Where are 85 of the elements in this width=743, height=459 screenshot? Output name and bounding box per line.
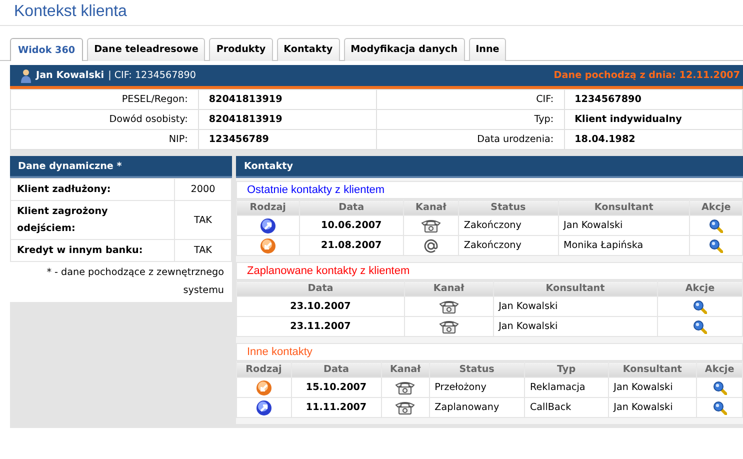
tab[interactable]: Widok 360 (10, 38, 84, 61)
search-icon[interactable] (692, 300, 707, 314)
field-label: CIF: (376, 90, 564, 110)
table-cell: Reklamacja (524, 378, 608, 398)
date-cell: 23.11.2007 (236, 316, 405, 336)
column-header: Rodzaj (236, 200, 300, 216)
field-label: Data urodzenia: (376, 130, 564, 150)
field-value: 1234567890 (564, 90, 742, 110)
column-header: Typ (524, 362, 608, 378)
client-name: Jan Kowalski (36, 70, 104, 81)
field-value: Klient indywidualny (564, 110, 742, 130)
field-value: 82041813919 (198, 110, 377, 130)
field-label: Typ: (376, 110, 564, 130)
column-header: Akcje (657, 280, 742, 296)
column-header: Akcje (696, 362, 742, 378)
field-label: PESEL/Regon: (10, 90, 198, 110)
phone-icon (420, 218, 441, 232)
arrow-up-right-icon (256, 400, 272, 416)
field-value: 123456789 (198, 130, 377, 150)
data-date: Dane pochodzą z dnia: 12.11.2007 (554, 70, 740, 81)
column-header: Status (458, 200, 558, 216)
column-header: Konsultant (558, 200, 690, 216)
field-label: Kredyt w innym banku: (10, 240, 174, 262)
tab[interactable]: Kontakty (276, 38, 340, 61)
field-value: 18.04.1982 (564, 130, 742, 150)
date-cell: 23.10.2007 (236, 296, 405, 316)
date-cell: 15.10.2007 (291, 378, 382, 398)
person-icon (20, 68, 32, 82)
table-cell: Jan Kowalski (608, 398, 697, 418)
tab[interactable]: Produkty (209, 38, 273, 61)
arrow-up-right-icon (260, 218, 276, 234)
column-header: Akcje (690, 200, 742, 216)
panel-header: Kontakty (236, 156, 743, 178)
phone-icon (438, 300, 459, 314)
table-cell: Jan Kowalski (608, 378, 697, 398)
field-label: Dowód osobisty: (10, 110, 198, 130)
table-cell: CallBack (524, 398, 608, 418)
at-sign-icon (424, 238, 438, 252)
search-icon[interactable] (709, 238, 724, 252)
field-label: Klient zadłużony: (10, 178, 174, 200)
section-title: Zaplanowane kontakty z klientem (236, 262, 743, 280)
field-value: 82041813919 (198, 90, 377, 110)
table-cell: Zakończony (458, 216, 558, 236)
section-title: Inne kontakty (236, 343, 743, 361)
panel-header: Dane dynamiczne * (10, 156, 232, 178)
column-header: Kanał (404, 280, 494, 296)
column-header: Rodzaj (236, 362, 292, 378)
client-cif: | CIF: 1234567890 (108, 70, 196, 81)
column-header: Data (299, 200, 404, 216)
column-header: Konsultant (493, 280, 658, 296)
table-cell: Przełożony (429, 378, 524, 398)
field-value: TAK (174, 240, 232, 262)
column-header: Kanał (403, 200, 458, 216)
column-header: Data (291, 362, 382, 378)
field-value: TAK (174, 200, 232, 240)
search-icon[interactable] (712, 400, 727, 414)
page-title: Kontekst klienta (0, 0, 743, 26)
column-header: Status (429, 362, 524, 378)
column-header: Kanał (382, 362, 430, 378)
field-label: NIP: (10, 130, 198, 150)
tab[interactable]: Modyfikacja danych (344, 38, 465, 61)
search-icon[interactable] (709, 218, 724, 232)
date-cell: 10.06.2007 (299, 216, 404, 236)
field-label: Klient zagrożony odejściem: (10, 200, 174, 240)
search-icon[interactable] (712, 380, 727, 394)
arrow-down-left-icon (260, 238, 276, 254)
tab[interactable]: Inne (468, 38, 506, 61)
phone-icon (438, 320, 459, 334)
table-cell: Jan Kowalski (493, 296, 658, 316)
phone-icon (395, 400, 416, 414)
field-value: 2000 (174, 178, 232, 200)
table-cell: Zaplanowany (429, 398, 524, 418)
phone-icon (395, 380, 416, 394)
table-cell: Monika Łapińska (558, 236, 690, 256)
date-cell: 21.08.2007 (299, 236, 404, 256)
column-header: Data (236, 280, 405, 296)
table-cell: Jan Kowalski (558, 216, 690, 236)
arrow-down-left-icon (256, 380, 272, 396)
column-header: Konsultant (608, 362, 697, 378)
date-cell: 11.11.2007 (291, 398, 382, 418)
table-cell: Zakończony (458, 236, 558, 256)
table-cell: Jan Kowalski (493, 316, 658, 336)
tab[interactable]: Dane teleadresowe (87, 38, 206, 61)
search-icon[interactable] (692, 320, 707, 334)
section-title: Ostatnie kontakty z klientem (236, 181, 743, 199)
